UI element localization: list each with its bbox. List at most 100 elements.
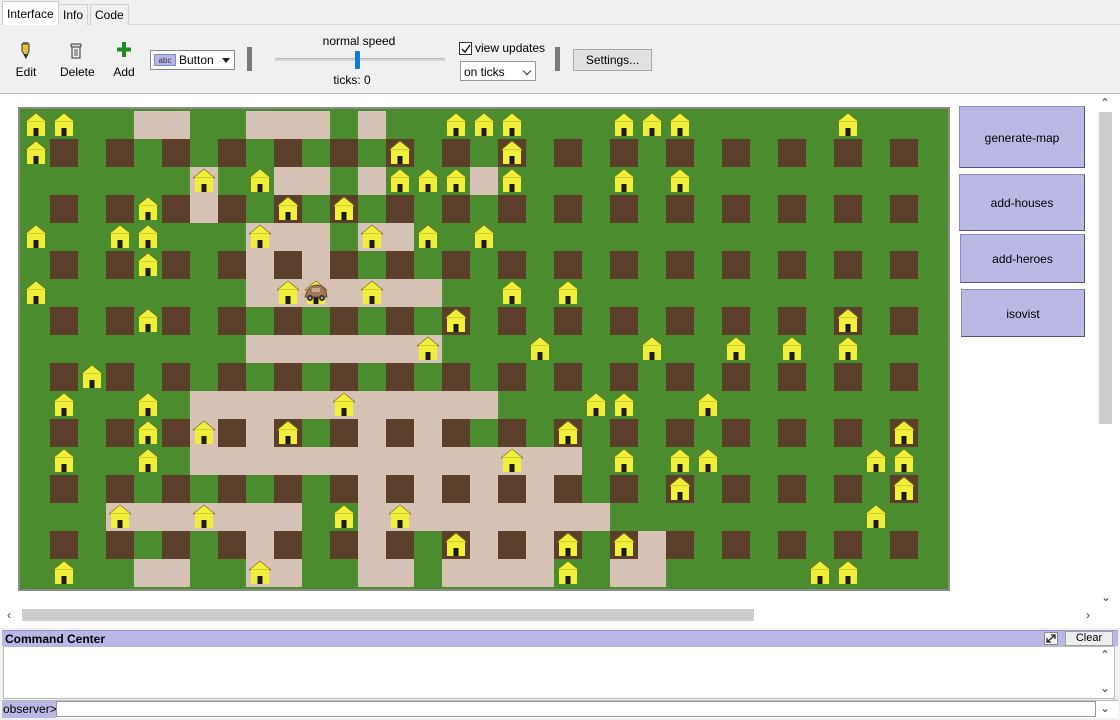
expand-icon[interactable] (1044, 632, 1058, 645)
generate-map-button[interactable]: generate-map (959, 106, 1085, 168)
building-block (834, 139, 862, 167)
road-patch (638, 559, 666, 587)
building-block (834, 475, 862, 503)
building-block (50, 139, 78, 167)
building-block (274, 363, 302, 391)
road-patch (386, 391, 414, 419)
road-patch (246, 419, 274, 447)
building-block (386, 251, 414, 279)
scroll-down-icon[interactable]: ⌄ (1100, 681, 1110, 695)
building-block (722, 251, 750, 279)
building-block (162, 139, 190, 167)
settings-button[interactable]: Settings... (573, 49, 652, 71)
road-patch (358, 111, 386, 139)
building-block (890, 531, 918, 559)
building-block (442, 195, 470, 223)
road-patch (302, 447, 330, 475)
speed-label: normal speed (322, 34, 396, 48)
add-houses-button[interactable]: add-houses (959, 174, 1085, 231)
road-patch (162, 559, 190, 587)
road-patch (190, 391, 218, 419)
road-patch (610, 559, 638, 587)
building-block (442, 363, 470, 391)
road-patch (414, 447, 442, 475)
building-block (890, 307, 918, 335)
building-block (218, 475, 246, 503)
scroll-up-icon[interactable]: ⌃ (1100, 96, 1110, 110)
building-block (498, 531, 526, 559)
building-block (778, 195, 806, 223)
toolbar-divider (555, 47, 560, 71)
road-patch (414, 391, 442, 419)
chevron-down-icon (222, 58, 230, 63)
road-patch (554, 447, 582, 475)
widget-type-dropdown[interactable]: abc Button (150, 50, 235, 70)
horizontal-scrollbar-thumb[interactable] (22, 609, 754, 621)
road-patch (302, 251, 330, 279)
observer-selector[interactable]: observer> (2, 701, 57, 718)
update-mode-dropdown[interactable]: on ticks (460, 61, 536, 81)
road-patch (162, 111, 190, 139)
building-block (498, 307, 526, 335)
road-patch (274, 447, 302, 475)
building-block (834, 363, 862, 391)
speed-slider[interactable] (275, 58, 445, 61)
trash-icon (70, 43, 82, 59)
tab-bar: Interface Info Code (0, 0, 1120, 25)
building-block (778, 363, 806, 391)
building-block (666, 139, 694, 167)
road-patch (358, 419, 386, 447)
building-block (666, 531, 694, 559)
delete-button[interactable]: Delete (60, 41, 95, 79)
building-block (218, 195, 246, 223)
building-block (162, 419, 190, 447)
tab-info[interactable]: Info (58, 4, 89, 25)
world-view[interactable] (18, 107, 950, 591)
building-block (778, 251, 806, 279)
building-block (274, 251, 302, 279)
road-patch (274, 335, 302, 363)
clear-button[interactable]: Clear (1065, 631, 1113, 646)
view-updates-checkbox[interactable] (459, 42, 472, 55)
scroll-down-icon[interactable]: ⌄ (1101, 590, 1111, 604)
road-patch (554, 503, 582, 531)
road-patch (386, 447, 414, 475)
building-block (778, 475, 806, 503)
tab-code[interactable]: Code (90, 4, 129, 25)
building-block (554, 307, 582, 335)
road-patch (274, 167, 302, 195)
building-block (442, 251, 470, 279)
speed-slider-handle[interactable] (355, 51, 360, 69)
building-block (106, 195, 134, 223)
scroll-left-icon[interactable]: ‹ (7, 608, 11, 622)
widget-type-value: Button (179, 53, 214, 67)
building-block (274, 139, 302, 167)
add-heroes-button[interactable]: add-heroes (960, 234, 1085, 283)
vertical-scrollbar-thumb[interactable] (1099, 112, 1112, 424)
road-patch (358, 447, 386, 475)
road-patch (358, 167, 386, 195)
road-patch (358, 475, 386, 503)
add-label: Add (113, 65, 135, 79)
road-patch (386, 559, 414, 587)
road-patch (470, 447, 498, 475)
tab-interface[interactable]: Interface (2, 1, 59, 25)
scroll-up-icon[interactable]: ⌃ (1100, 648, 1110, 662)
edit-button[interactable]: Edit (14, 41, 38, 79)
building-block (722, 475, 750, 503)
isovist-button[interactable]: isovist (961, 289, 1085, 337)
command-input[interactable] (56, 701, 1096, 717)
building-block (218, 307, 246, 335)
button-widget-icon: abc (154, 54, 176, 66)
road-patch (358, 391, 386, 419)
road-patch (246, 251, 274, 279)
scroll-right-icon[interactable]: › (1086, 608, 1090, 622)
building-block (106, 475, 134, 503)
building-block (218, 363, 246, 391)
building-block (386, 531, 414, 559)
history-dropdown-icon[interactable]: ⌄ (1100, 701, 1110, 715)
building-block (554, 195, 582, 223)
road-patch (330, 279, 358, 307)
add-button[interactable]: Add (113, 41, 135, 79)
building-block (330, 419, 358, 447)
